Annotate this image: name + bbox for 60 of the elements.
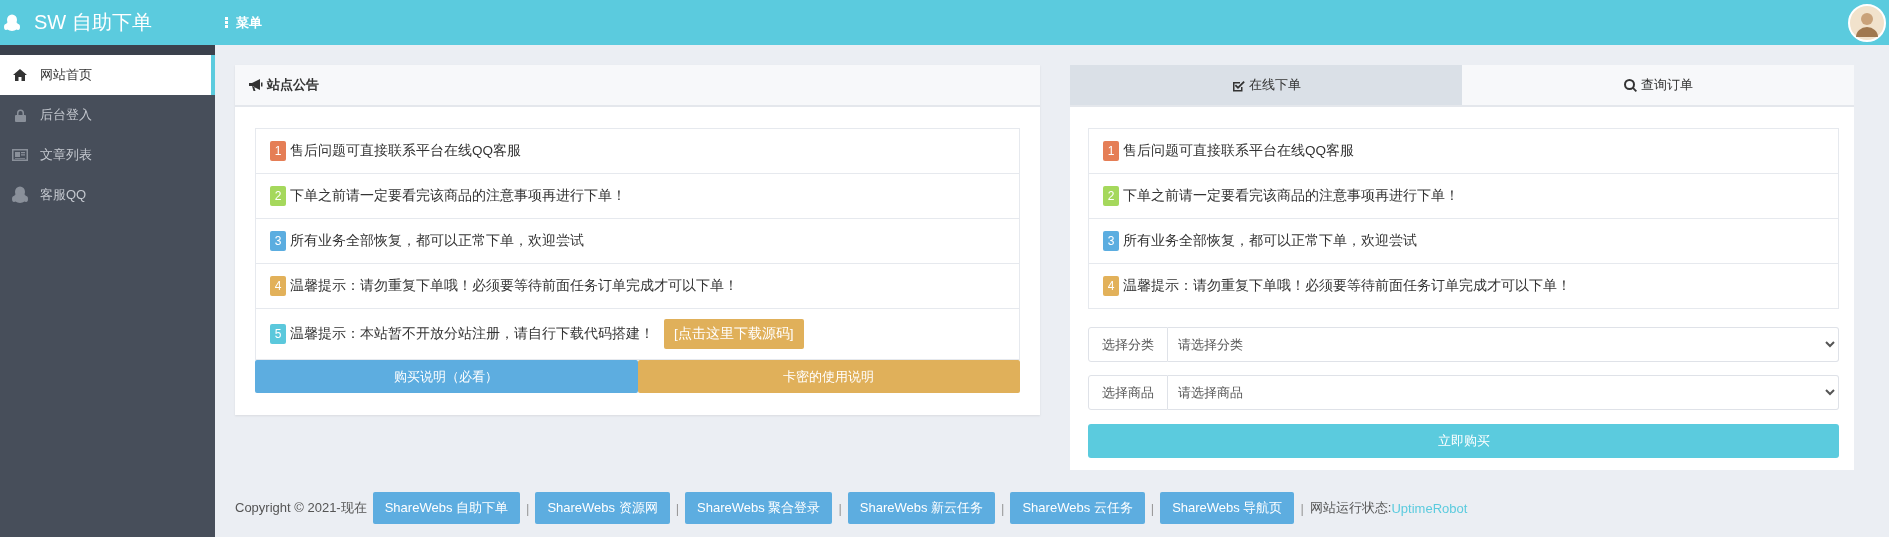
separator: | — [1150, 500, 1155, 516]
number-badge: 3 — [270, 231, 286, 251]
notice-text: 所有业务全部恢复，都可以正常下单，欢迎尝试 — [1123, 232, 1417, 250]
checkbox-icon — [1231, 78, 1245, 92]
download-link-button[interactable]: [点击这里下载源码] — [664, 319, 804, 349]
separator: | — [675, 500, 680, 516]
notice-text: 温馨提示：请勿重复下单哦！必须要等待前面任务订单完成才可以下单！ — [290, 277, 738, 295]
separator: | — [1300, 500, 1304, 516]
notice-text: 温馨提示：本站暂不开放分站注册，请自行下载代码搭建！ — [290, 325, 654, 343]
buy-now-button[interactable]: 立即购买 — [1088, 424, 1839, 458]
tab[interactable]: 查询订单 — [1462, 65, 1854, 105]
footer-link-button[interactable]: ShareWebs 自助下单 — [372, 492, 520, 524]
site-brand[interactable]: SW 自助下单 — [34, 9, 152, 36]
sidebar-item[interactable]: 客服QQ — [0, 175, 215, 215]
status-link[interactable]: UptimeRobot — [1391, 500, 1468, 516]
tab[interactable]: 在线下单 — [1070, 65, 1462, 105]
notice-text: 温馨提示：请勿重复下单哦！必须要等待前面任务订单完成才可以下单！ — [1123, 277, 1571, 295]
menu-dots-icon — [225, 17, 228, 28]
newspaper-icon — [12, 149, 28, 161]
user-avatar[interactable] — [1848, 3, 1886, 42]
number-badge: 3 — [1103, 231, 1119, 251]
separator: | — [838, 500, 842, 516]
lock-icon — [14, 108, 26, 122]
field-label: 选择商品 — [1088, 375, 1168, 410]
notice-text: 下单之前请一定要看完该商品的注意事项再进行下单！ — [1123, 187, 1459, 205]
sidebar-item[interactable]: 后台登入 — [0, 95, 215, 135]
notice-text: 所有业务全部恢复，都可以正常下单，欢迎尝试 — [290, 232, 584, 250]
copyright-text: Copyright © 2021-现在 — [235, 499, 367, 517]
separator: | — [1001, 500, 1005, 516]
number-badge: 4 — [1103, 276, 1119, 296]
footer-link-button[interactable]: ShareWebs 资源网 — [535, 492, 670, 524]
search-icon — [1623, 78, 1637, 92]
number-badge: 5 — [270, 324, 286, 344]
footer-link-button[interactable]: ShareWebs 聚合登录 — [685, 492, 833, 524]
footer-link-button[interactable]: ShareWebs 云任务 — [1010, 492, 1145, 524]
number-badge: 2 — [1103, 186, 1119, 206]
number-badge: 1 — [270, 141, 286, 161]
dropdown-field[interactable]: 请选择分类 — [1168, 327, 1839, 362]
info-button[interactable]: 卡密的使用说明 — [637, 360, 1020, 393]
panel-title: 站点公告 — [267, 76, 319, 94]
home-icon — [13, 69, 27, 81]
info-button[interactable]: 购买说明（必看） — [255, 360, 638, 393]
megaphone-icon — [249, 79, 263, 91]
number-badge: 2 — [270, 186, 286, 206]
number-badge: 4 — [270, 276, 286, 296]
penguin-icon — [12, 186, 28, 204]
footer-link-button[interactable]: ShareWebs 导航页 — [1160, 492, 1295, 524]
footer-link-button[interactable]: ShareWebs 新云任务 — [847, 492, 996, 524]
number-badge: 1 — [1103, 141, 1119, 161]
sidebar-item[interactable]: 网站首页 — [0, 55, 215, 95]
separator: | — [526, 500, 530, 516]
field-label: 选择分类 — [1088, 327, 1168, 362]
menu-button[interactable]: 菜单 — [215, 13, 262, 32]
notice-text: 下单之前请一定要看完该商品的注意事项再进行下单！ — [290, 187, 626, 205]
notice-text: 售后问题可直接联系平台在线QQ客服 — [1123, 142, 1354, 160]
sidebar-item[interactable]: 文章列表 — [0, 135, 215, 175]
notice-text: 售后问题可直接联系平台在线QQ客服 — [290, 142, 521, 160]
status-label: 网站运行状态: — [1309, 499, 1392, 515]
penguin-icon — [4, 13, 20, 32]
dropdown-field[interactable]: 请选择商品 — [1168, 375, 1839, 410]
